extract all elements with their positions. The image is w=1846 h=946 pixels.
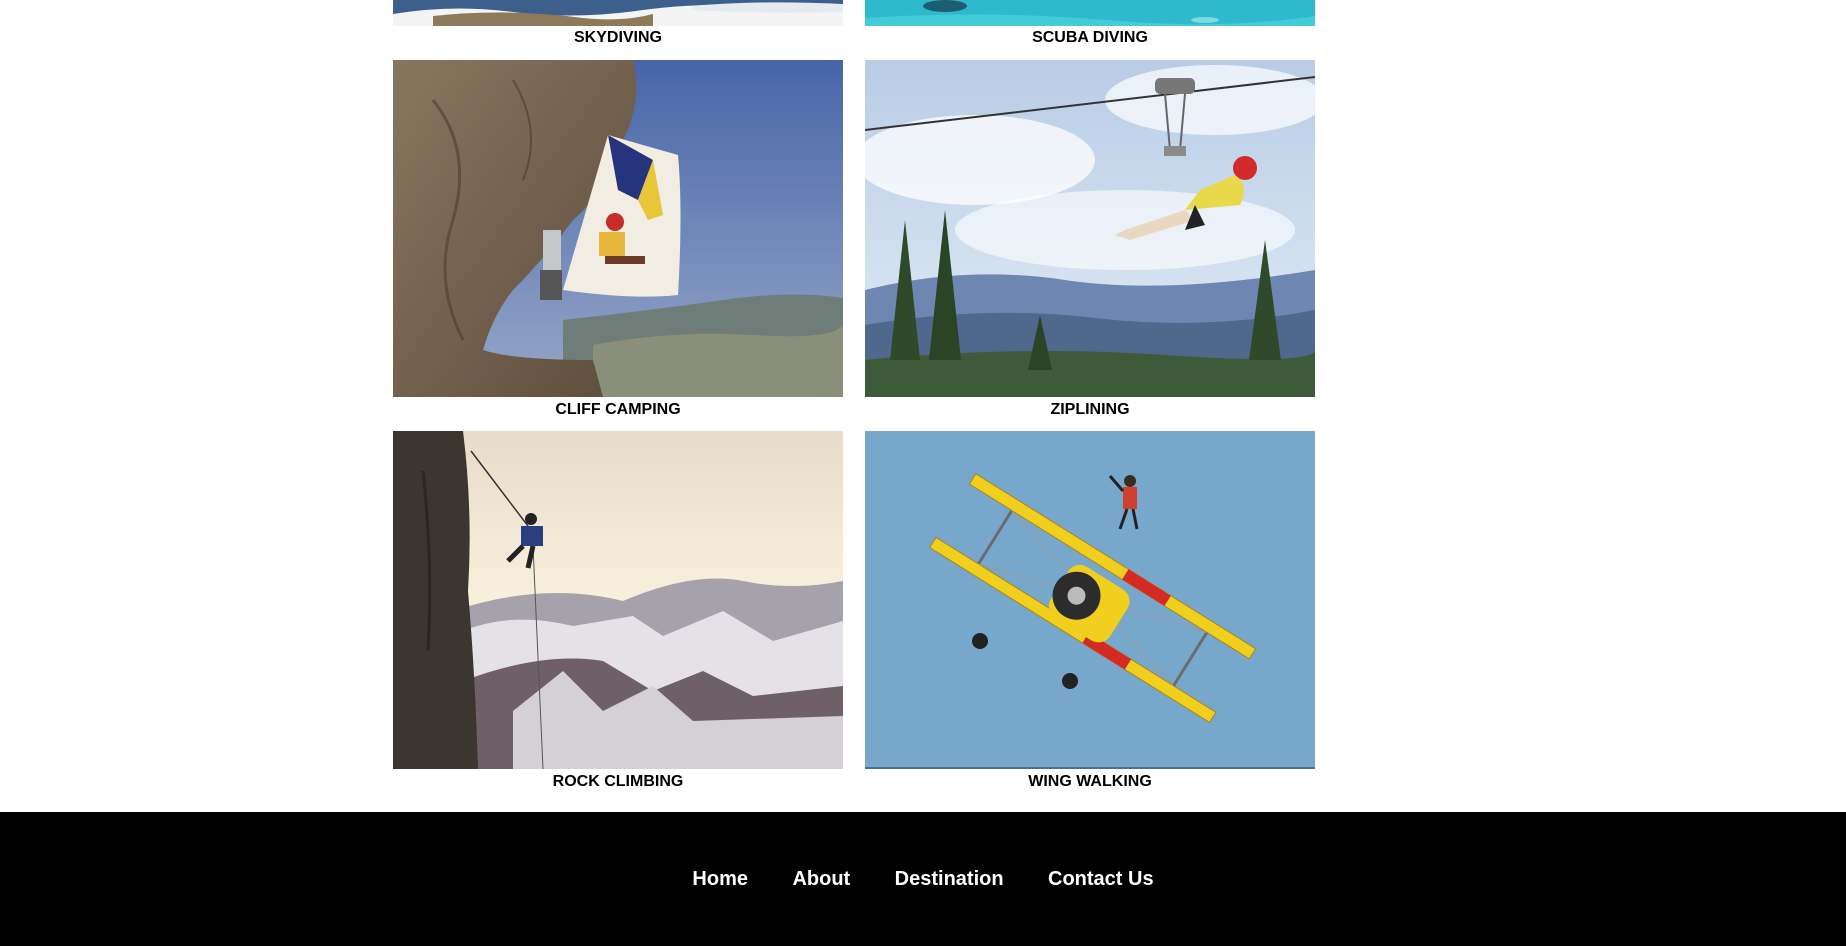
skydiving-caption: SKYDIVING xyxy=(573,29,662,46)
footer-link-destination[interactable]: Destination xyxy=(895,868,1004,890)
skydiving-photo[interactable] xyxy=(393,0,843,26)
ziplining-photo[interactable] xyxy=(865,60,1315,397)
cliff-camping-caption: CLIFF CAMPING xyxy=(555,401,681,418)
activity-gallery: SKYDIVING SCUBA DIVING CLIFF CAMPING ZIP… xyxy=(0,0,1846,812)
scuba-diving-caption: SCUBA DIVING xyxy=(1032,29,1148,46)
wing-walking-photo[interactable] xyxy=(865,431,1315,769)
rock-climbing-photo[interactable] xyxy=(393,431,843,769)
cliff-camping-photo[interactable] xyxy=(393,60,843,397)
footer-nav: Home About Destination Contact Us xyxy=(0,868,1846,891)
rock-climbing-caption: ROCK CLIMBING xyxy=(552,773,684,790)
site-footer: Home About Destination Contact Us xyxy=(0,812,1846,946)
footer-link-contact-us[interactable]: Contact Us xyxy=(1048,868,1154,890)
scuba-diving-photo[interactable] xyxy=(865,0,1315,26)
ziplining-caption: ZIPLINING xyxy=(1050,401,1130,418)
footer-link-home[interactable]: Home xyxy=(692,868,748,890)
wing-walking-caption: WING WALKING xyxy=(1028,773,1152,790)
footer-link-about[interactable]: About xyxy=(792,868,850,890)
